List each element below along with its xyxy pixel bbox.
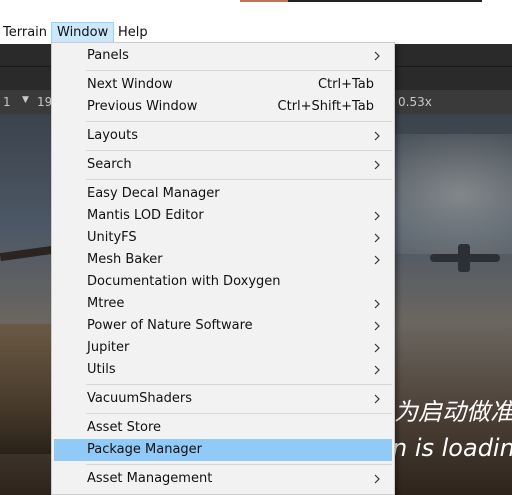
menu-item-label: Mantis LOD Editor (87, 208, 204, 223)
menu-item-documentation-doxygen[interactable]: Documentation with Doxygen (54, 271, 392, 293)
menu-separator (86, 150, 392, 151)
menu-item-shortcut: Ctrl+Tab (317, 77, 374, 92)
chevron-right-icon (374, 160, 380, 170)
menu-item-label: Documentation with Doxygen (87, 274, 281, 289)
chevron-right-icon (374, 211, 380, 221)
chevron-right-icon (374, 474, 380, 484)
menu-item-asset-management[interactable]: Asset Management (54, 468, 392, 490)
toolbar-value[interactable]: 1 (3, 95, 11, 109)
menu-separator (86, 384, 392, 385)
menu-bar: Terrain Window Help (0, 0, 512, 44)
menu-item-label: Previous Window (87, 99, 198, 114)
menu-item-unityfs[interactable]: UnityFS (54, 227, 392, 249)
chevron-right-icon (374, 321, 380, 331)
menu-item-label: Panels (87, 48, 129, 63)
menu-item-utils[interactable]: Utils (54, 359, 392, 381)
menu-item-previous-window[interactable]: Previous Window Ctrl+Shift+Tab (54, 96, 392, 118)
menu-item-mtree[interactable]: Mtree (54, 293, 392, 315)
chevron-right-icon (374, 299, 380, 309)
menu-separator (86, 413, 392, 414)
chevron-right-icon (374, 255, 380, 265)
dropdown-arrow-icon[interactable]: ▼ (22, 95, 29, 105)
menu-item-next-window[interactable]: Next Window Ctrl+Tab (54, 74, 392, 96)
menu-item-label: Asset Management (87, 471, 213, 486)
loading-text-cn: 为启动做准 (394, 398, 512, 426)
chevron-right-icon (374, 51, 380, 61)
menu-item-power-of-nature[interactable]: Power of Nature Software (54, 315, 392, 337)
menu-help[interactable]: Help (113, 23, 153, 42)
menu-terrain[interactable]: Terrain (0, 23, 52, 42)
menu-item-panels[interactable]: Panels (54, 45, 392, 67)
menu-item-label: Package Manager (87, 442, 203, 457)
menu-separator (86, 464, 392, 465)
menu-item-label: Utils (87, 362, 116, 377)
chevron-right-icon (374, 131, 380, 141)
menu-item-label: Layouts (87, 128, 138, 143)
menu-item-package-manager[interactable]: Package Manager (54, 439, 392, 461)
loading-text-en: n is loading (392, 434, 512, 462)
menu-item-mantis-lod-editor[interactable]: Mantis LOD Editor (54, 205, 392, 227)
menu-item-label: Easy Decal Manager (87, 186, 220, 201)
menu-separator (86, 121, 392, 122)
menu-item-asset-store[interactable]: Asset Store (54, 417, 392, 439)
menu-item-jupiter[interactable]: Jupiter (54, 337, 392, 359)
menu-item-easy-decal-manager[interactable]: Easy Decal Manager (54, 183, 392, 205)
menu-item-layouts[interactable]: Layouts (54, 125, 392, 147)
airplane-image (430, 244, 500, 272)
menu-item-mesh-baker[interactable]: Mesh Baker (54, 249, 392, 271)
chevron-right-icon (374, 233, 380, 243)
menu-item-label: Search (87, 157, 132, 172)
menu-item-label: Mtree (87, 296, 125, 311)
menu-window[interactable]: Window (51, 22, 115, 43)
menu-separator (86, 179, 392, 180)
menu-item-label: Asset Store (87, 420, 162, 435)
window-title-strip (240, 0, 482, 2)
menu-item-label: UnityFS (87, 230, 137, 245)
menu-item-label: Power of Nature Software (87, 318, 253, 333)
menu-item-label: Next Window (87, 77, 173, 92)
menu-separator (86, 70, 392, 71)
menu-item-label: Mesh Baker (87, 252, 163, 267)
menu-item-shortcut: Ctrl+Shift+Tab (277, 99, 374, 114)
menu-item-search[interactable]: Search (54, 154, 392, 176)
menu-item-label: VacuumShaders (87, 391, 192, 406)
zoom-level: 0.53x (398, 95, 432, 109)
toolbar-value-2[interactable]: 19 (37, 95, 52, 109)
chevron-right-icon (374, 365, 380, 375)
menu-item-vacuumshaders[interactable]: VacuumShaders (54, 388, 392, 410)
window-menu: Panels Next Window Ctrl+Tab Previous Win… (51, 42, 395, 495)
chevron-right-icon (374, 394, 380, 404)
menu-item-label: Jupiter (87, 340, 130, 355)
chevron-right-icon (374, 343, 380, 353)
